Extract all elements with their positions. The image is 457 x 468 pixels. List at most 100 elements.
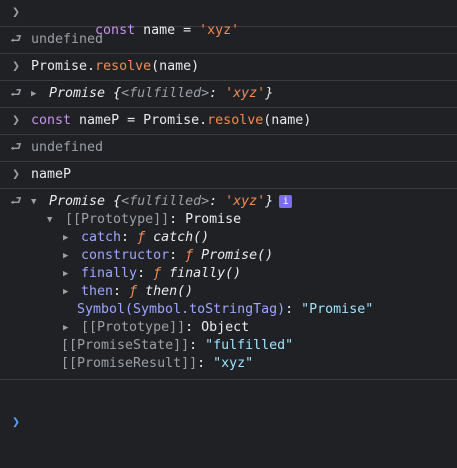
collapse-triangle-icon[interactable]: ▼ <box>47 211 57 229</box>
colon: : <box>197 356 214 371</box>
tree-row-prototype[interactable]: ▼ [[Prototype]]: Promise <box>0 211 457 229</box>
internal-value: 'xyz' <box>225 194 266 209</box>
console-entry: ❯ nameP <box>0 162 457 189</box>
return-arrow-icon: ⮐ <box>10 86 22 101</box>
function-signature: then() <box>145 284 194 299</box>
internal-key: <fulfilled> <box>121 194 210 209</box>
property-key: [[Prototype]] <box>65 212 170 227</box>
function-signature: finally() <box>169 266 242 281</box>
tree-row-promise-result[interactable]: [[PromiseResult]]: "xyz" <box>0 355 457 373</box>
function-signature: Promise() <box>201 248 274 263</box>
function-symbol: ƒ <box>137 230 146 245</box>
colon: : <box>169 248 186 263</box>
property-value: Object <box>201 320 250 335</box>
dot: . <box>87 59 96 74</box>
expand-triangle-icon[interactable]: ▶ <box>31 85 41 103</box>
colon: : <box>185 320 202 335</box>
tree-row-catch[interactable]: ▶ catch: ƒ catch() <box>0 229 457 247</box>
console-entry: ⮐ undefined <box>0 135 457 162</box>
colon: : <box>121 230 138 245</box>
identifier: nameP <box>79 113 120 128</box>
method-name: resolve <box>95 59 152 74</box>
console-entry: ❯ const nameP = Promise.resolve(name) <box>0 108 457 135</box>
keyword: const <box>31 113 72 128</box>
console-entry: ⮐ ▶ Promise {<fulfilled>: 'xyz'} <box>0 81 457 108</box>
property-value: "fulfilled" <box>205 338 294 353</box>
output-line[interactable]: ⮐ ▶ Promise {<fulfilled>: 'xyz'} <box>0 85 457 103</box>
function-signature: catch() <box>153 230 210 245</box>
property-value: Promise <box>185 212 242 227</box>
colon: : <box>169 212 186 227</box>
chevron-right-icon: ❯ <box>12 113 20 128</box>
tree-row-finally[interactable]: ▶ finally: ƒ finally() <box>0 265 457 283</box>
expand-triangle-icon[interactable]: ▶ <box>63 283 73 301</box>
chevron-right-icon: ❯ <box>11 415 20 430</box>
tree-row-constructor[interactable]: ▶ constructor: ƒ Promise() <box>0 247 457 265</box>
dot: . <box>199 113 208 128</box>
input-line[interactable]: ❯ const name = 'xyz' <box>0 4 457 38</box>
chevron-right-icon: ❯ <box>12 167 20 182</box>
output-line: ⮐ undefined <box>0 31 457 49</box>
colon: : <box>285 302 302 317</box>
collapse-triangle-icon[interactable]: ▼ <box>31 193 41 211</box>
property-key: constructor <box>81 248 170 263</box>
object-label: Promise <box>49 194 106 209</box>
colon: : <box>209 194 226 209</box>
arguments: (name) <box>151 59 200 74</box>
return-arrow-icon: ⮐ <box>10 194 22 209</box>
console-prompt-input[interactable]: ❯ <box>0 414 457 432</box>
internal-value: 'xyz' <box>225 86 266 101</box>
object-name: Promise <box>31 59 88 74</box>
property-key: Symbol(Symbol.toStringTag) <box>77 302 286 317</box>
expand-triangle-icon[interactable]: ▶ <box>63 247 73 265</box>
method-name: resolve <box>207 113 264 128</box>
brace-open: { <box>105 86 122 101</box>
input-line[interactable]: ❯ nameP <box>0 166 457 184</box>
brace-close: } <box>265 86 274 101</box>
property-key: catch <box>81 230 122 245</box>
internal-key: <fulfilled> <box>121 86 210 101</box>
colon: : <box>113 284 130 299</box>
arguments: (name) <box>263 113 312 128</box>
tree-row-then[interactable]: ▶ then: ƒ then() <box>0 283 457 301</box>
property-value: "xyz" <box>213 356 254 371</box>
devtools-console: ❯ const name = 'xyz' ⮐ undefined ❯ Promi… <box>0 0 457 447</box>
info-icon[interactable]: i <box>279 195 293 208</box>
tree-row-promise-state[interactable]: [[PromiseState]]: "fulfilled" <box>0 337 457 355</box>
return-arrow-icon: ⮐ <box>10 140 22 155</box>
object-name: Promise <box>143 113 200 128</box>
expand-triangle-icon[interactable]: ▶ <box>63 319 73 337</box>
output-line[interactable]: ⮐ ▼ Promise {<fulfilled>: 'xyz'} i <box>0 193 457 211</box>
return-arrow-icon: ⮐ <box>10 32 22 47</box>
colon: : <box>209 86 226 101</box>
object-label: Promise <box>49 86 106 101</box>
input-text: nameP <box>31 167 72 182</box>
chevron-right-icon: ❯ <box>12 59 20 74</box>
console-entry: ❯ const name = 'xyz' <box>0 0 457 38</box>
output-value: undefined <box>31 140 104 155</box>
property-key: [[PromiseResult]] <box>61 356 198 371</box>
tree-row-symbol[interactable]: Symbol(Symbol.toStringTag): "Promise" <box>0 301 457 319</box>
brace-close: } <box>265 194 274 209</box>
console-entry: ⮐ ▼ Promise {<fulfilled>: 'xyz'} i ▼ [[Pr… <box>0 189 457 380</box>
colon: : <box>137 266 154 281</box>
brace-open: { <box>105 194 122 209</box>
function-symbol: ƒ <box>129 284 138 299</box>
colon: : <box>189 338 206 353</box>
output-value: undefined <box>31 32 104 47</box>
expand-triangle-icon[interactable]: ▶ <box>63 265 73 283</box>
operator: = <box>119 113 144 128</box>
expand-triangle-icon[interactable]: ▶ <box>63 229 73 247</box>
property-value: "Promise" <box>301 302 374 317</box>
function-symbol: ƒ <box>185 248 194 263</box>
output-line: ⮐ undefined <box>0 139 457 157</box>
property-key: [[PromiseState]] <box>61 338 190 353</box>
input-line[interactable]: ❯ Promise.resolve(name) <box>0 58 457 76</box>
tree-row-prototype-object[interactable]: ▶ [[Prototype]]: Object <box>0 319 457 337</box>
property-key: finally <box>81 266 138 281</box>
chevron-right-icon: ❯ <box>12 5 20 20</box>
console-entry: ❯ Promise.resolve(name) <box>0 54 457 81</box>
property-key: [[Prototype]] <box>81 320 186 335</box>
input-line[interactable]: ❯ const nameP = Promise.resolve(name) <box>0 112 457 130</box>
property-key: then <box>81 284 114 299</box>
